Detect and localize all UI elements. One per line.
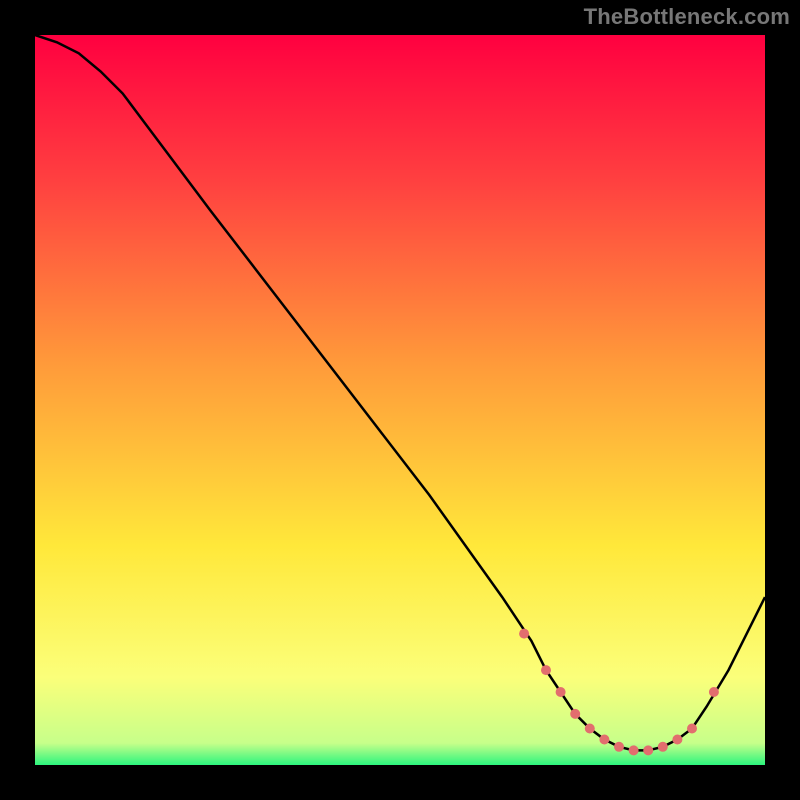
marker-dot [541, 665, 551, 675]
plot-area [35, 35, 765, 765]
marker-dot [519, 629, 529, 639]
marker-dot [585, 724, 595, 734]
marker-dot [658, 742, 668, 752]
marker-dot [643, 745, 653, 755]
marker-dot [570, 709, 580, 719]
chart-svg [35, 35, 765, 765]
attribution-text: TheBottleneck.com [584, 4, 790, 30]
marker-dot [629, 745, 639, 755]
chart-container: TheBottleneck.com [0, 0, 800, 800]
marker-dot [556, 687, 566, 697]
marker-dot [687, 724, 697, 734]
gradient-background [35, 35, 765, 765]
marker-dot [614, 742, 624, 752]
marker-dot [672, 735, 682, 745]
marker-dot [599, 735, 609, 745]
marker-dot [709, 687, 719, 697]
